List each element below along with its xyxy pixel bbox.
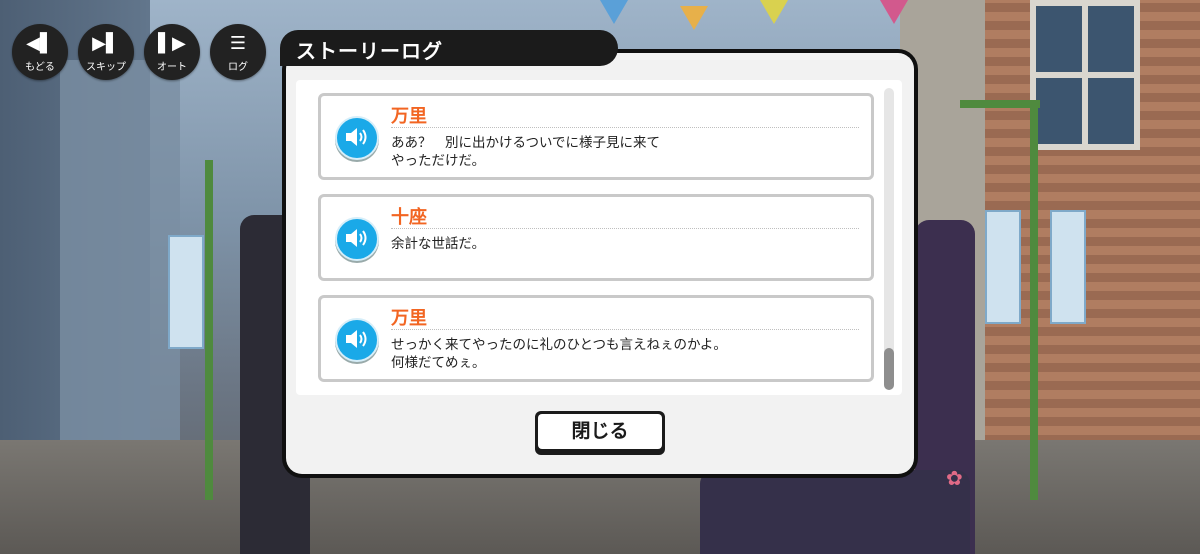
dialogue-line: ああ？ 別に出かけるついでに様子見に来て bbox=[391, 135, 661, 151]
dialog-title: ストーリーログ bbox=[296, 39, 443, 63]
back-button[interactable]: ◀▌ もどる bbox=[12, 24, 68, 80]
name-divider bbox=[391, 228, 859, 229]
voice-play-button[interactable] bbox=[335, 217, 379, 261]
skip-button[interactable]: ▶▌ スキップ bbox=[78, 24, 134, 80]
speaker-icon bbox=[346, 330, 367, 348]
voice-play-button[interactable] bbox=[335, 116, 379, 160]
speaker-icon bbox=[346, 128, 367, 146]
back-label: もどる bbox=[25, 62, 55, 73]
log-entry: 十座 余計な世話だ。 bbox=[318, 194, 874, 281]
street-lamp-pole bbox=[1030, 100, 1038, 500]
voice-play-button[interactable] bbox=[335, 318, 379, 362]
auto-icon: ▌▶ bbox=[158, 33, 186, 54]
dialogue-line: やっただけだ。 bbox=[391, 153, 486, 169]
log-icon: ☰ bbox=[229, 33, 247, 54]
left-building-far bbox=[60, 60, 180, 440]
name-divider bbox=[391, 127, 859, 128]
bunting-flag bbox=[760, 0, 788, 24]
dialogue-text: せっかく来てやったのに礼のひとつも言えねぇのかよ。 何様だてめぇ。 bbox=[391, 336, 727, 372]
name-divider bbox=[391, 329, 859, 330]
character-right-body bbox=[700, 470, 970, 554]
sakura-icon: ✿ bbox=[946, 466, 963, 490]
dialogue-text: ああ？ 別に出かけるついでに様子見に来て やっただけだ。 bbox=[391, 134, 660, 170]
skip-label: スキップ bbox=[86, 62, 126, 73]
dialogue-line: せっかく来てやったのに礼のひとつも言えねぇのかよ。 bbox=[391, 337, 727, 353]
log-entry: 万里 ああ？ 別に出かけるついでに様子見に来て やっただけだ。 bbox=[318, 93, 874, 180]
bunting-flag bbox=[880, 0, 908, 24]
dialogue-line: 余計な世話だ。 bbox=[391, 236, 486, 252]
street-lamp-arm bbox=[960, 100, 1040, 108]
close-button-label: 閉じる bbox=[538, 414, 662, 449]
dialog-title-tab: ストーリーログ bbox=[280, 30, 618, 66]
speaker-icon bbox=[346, 229, 367, 247]
log-scrollbar-track[interactable] bbox=[884, 88, 894, 388]
log-entry: 万里 せっかく来てやったのに礼のひとつも言えねぇのかよ。 何様だてめぇ。 bbox=[318, 295, 874, 382]
auto-label: オート bbox=[157, 62, 187, 73]
street-banner bbox=[168, 235, 204, 349]
street-banner bbox=[985, 210, 1021, 324]
speaker-name: 万里 bbox=[391, 106, 427, 127]
street-banner bbox=[1050, 210, 1086, 324]
building-window bbox=[1030, 0, 1140, 150]
bunting-flag bbox=[600, 0, 628, 24]
skip-icon: ▶▌ bbox=[92, 33, 120, 54]
speaker-name: 十座 bbox=[391, 207, 427, 228]
log-button[interactable]: ☰ ログ bbox=[210, 24, 266, 80]
auto-button[interactable]: ▌▶ オート bbox=[144, 24, 200, 80]
log-label: ログ bbox=[228, 62, 248, 73]
street-lamp-pole bbox=[205, 160, 213, 500]
dialogue-text: 余計な世話だ。 bbox=[391, 235, 485, 253]
rewind-icon: ◀▌ bbox=[26, 33, 54, 54]
log-scrollbar-thumb[interactable] bbox=[884, 348, 894, 390]
bunting-flag bbox=[680, 6, 708, 30]
close-button[interactable]: 閉じる bbox=[535, 411, 665, 455]
speaker-name: 万里 bbox=[391, 308, 427, 329]
dialogue-line: 何様だてめぇ。 bbox=[391, 355, 486, 371]
